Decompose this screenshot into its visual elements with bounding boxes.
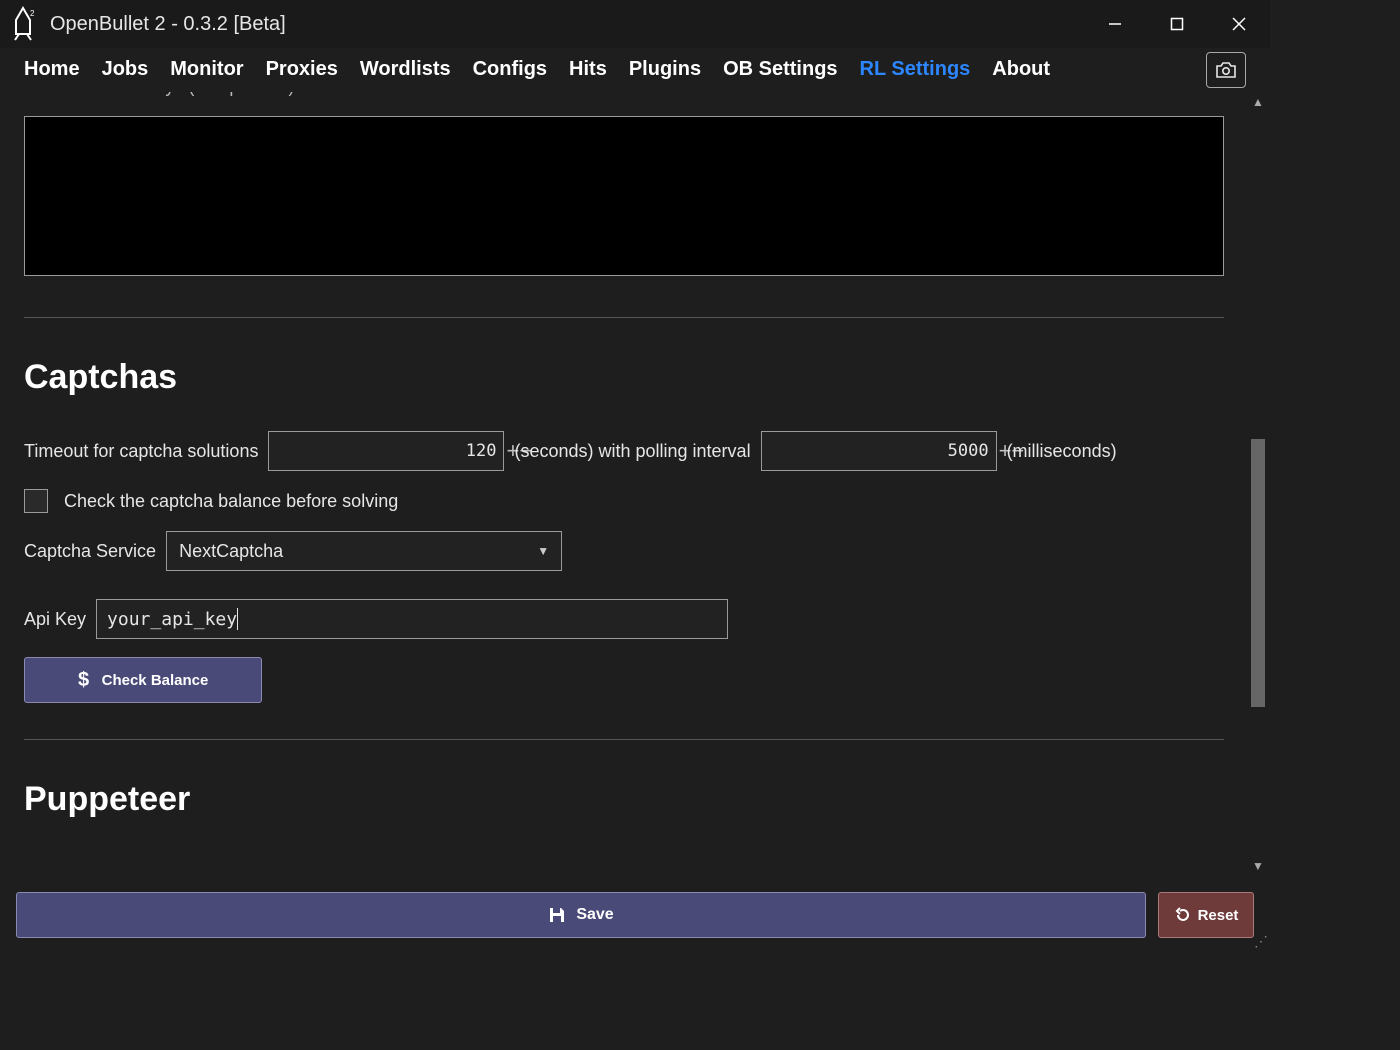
check-balance-button[interactable]: $ Check Balance: [24, 657, 262, 703]
check-balance-button-label: Check Balance: [102, 672, 209, 689]
nav-home[interactable]: Home: [24, 58, 80, 81]
retry-keys-textarea[interactable]: [24, 116, 1224, 276]
save-button-label: Save: [576, 906, 613, 924]
titlebar: 2 OpenBullet 2 - 0.3.2 [Beta]: [0, 0, 1270, 48]
timeout-label: Timeout for captcha solutions: [24, 441, 258, 462]
nav-wordlists[interactable]: Wordlists: [360, 58, 451, 81]
nav-ob-settings[interactable]: OB Settings: [723, 58, 837, 81]
nav-hits[interactable]: Hits: [569, 58, 607, 81]
check-balance-checkbox[interactable]: [24, 489, 48, 513]
retry-keys-label: Global RETRY keys (one per line): [24, 92, 1246, 102]
api-key-row: Api Key your_api_key: [24, 599, 1246, 639]
text-cursor: [237, 608, 238, 630]
dollar-icon: $: [78, 669, 92, 691]
captcha-service-dropdown[interactable]: NextCaptcha ▼: [166, 531, 562, 571]
scroll-down-arrow-icon[interactable]: ▼: [1246, 856, 1270, 876]
nav-monitor[interactable]: Monitor: [170, 58, 243, 81]
chevron-down-icon: ▼: [537, 544, 549, 558]
scroll-up-arrow-icon[interactable]: ▲: [1246, 92, 1270, 112]
main-nav: Home Jobs Monitor Proxies Wordlists Conf…: [0, 48, 1270, 92]
check-balance-row: Check the captcha balance before solving: [24, 489, 1246, 513]
svg-text:$: $: [78, 669, 89, 691]
polling-input[interactable]: [762, 432, 999, 470]
app-logo-icon: 2: [10, 6, 36, 42]
scroll-track[interactable]: [1251, 112, 1265, 856]
timeout-row: Timeout for captcha solutions + − (secon…: [24, 431, 1246, 471]
check-balance-checkbox-label: Check the captcha balance before solving: [64, 491, 398, 512]
api-key-field[interactable]: your_api_key: [96, 599, 728, 639]
reset-icon: [1174, 906, 1192, 924]
polling-numeric[interactable]: + −: [761, 431, 997, 471]
nav-jobs[interactable]: Jobs: [102, 58, 149, 81]
scroll-thumb[interactable]: [1251, 439, 1265, 707]
camera-icon: [1215, 61, 1237, 79]
content-scroll-area: Global RETRY keys (one per line) Captcha…: [0, 92, 1270, 876]
resize-grip-icon[interactable]: ⋰: [1254, 933, 1268, 950]
maximize-button[interactable]: [1146, 0, 1208, 48]
timeout-unit-label: (seconds) with polling interval: [514, 441, 750, 462]
nav-rl-settings[interactable]: RL Settings: [860, 58, 971, 81]
nav-configs[interactable]: Configs: [473, 58, 547, 81]
service-row: Captcha Service NextCaptcha ▼: [24, 531, 1246, 571]
api-key-label: Api Key: [24, 609, 86, 630]
reset-button[interactable]: Reset: [1158, 892, 1254, 938]
nav-about[interactable]: About: [992, 58, 1050, 81]
window-title: OpenBullet 2 - 0.3.2 [Beta]: [50, 13, 286, 36]
nav-proxies[interactable]: Proxies: [266, 58, 338, 81]
captchas-heading: Captchas: [24, 358, 1246, 397]
puppeteer-heading: Puppeteer: [24, 780, 1246, 819]
polling-unit-label: (milliseconds): [1007, 441, 1117, 462]
svg-text:2: 2: [30, 9, 35, 18]
window-controls: [1084, 0, 1270, 48]
timeout-numeric[interactable]: + −: [268, 431, 504, 471]
api-key-value: your_api_key: [107, 609, 237, 630]
captcha-service-selected: NextCaptcha: [179, 541, 283, 562]
close-button[interactable]: [1208, 0, 1270, 48]
reset-button-label: Reset: [1198, 907, 1239, 924]
minimize-button[interactable]: [1084, 0, 1146, 48]
save-button[interactable]: Save: [16, 892, 1146, 938]
service-label: Captcha Service: [24, 541, 156, 562]
nav-plugins[interactable]: Plugins: [629, 58, 701, 81]
vertical-scrollbar[interactable]: ▲ ▼: [1246, 92, 1270, 876]
divider: [24, 317, 1224, 318]
footer-bar: Save Reset: [16, 892, 1254, 938]
timeout-input[interactable]: [269, 432, 506, 470]
divider: [24, 739, 1224, 740]
screenshot-button[interactable]: [1206, 52, 1246, 88]
save-icon: [548, 906, 566, 924]
